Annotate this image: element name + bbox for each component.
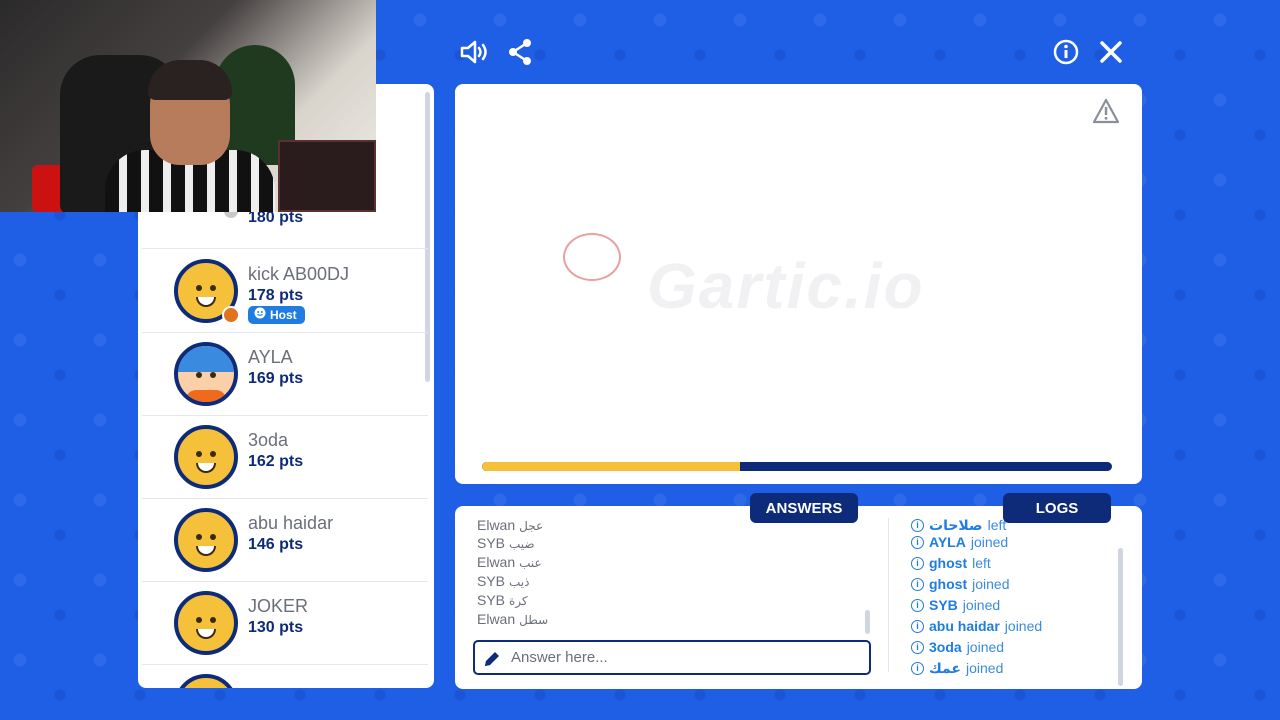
player-row: kick AB00DJ 178 pts Host [142,250,428,333]
info-icon: i [911,641,924,654]
info-icon: i [911,599,924,612]
tab-answers[interactable]: ANSWERS [750,493,858,523]
info-icon: i [911,620,924,633]
answer-line: SYB ضيب [477,535,535,551]
player-row: 3oda 162 pts [142,416,428,499]
drawn-stroke [563,233,621,281]
player-row [142,665,428,688]
host-badge: Host [248,306,305,324]
share-icon[interactable] [504,36,536,68]
answers-list[interactable]: Elwan عجل SYB ضيب Elwan عنب SYB ذيب SYB كرة E… [477,520,857,638]
answer-line: Elwan عنب [477,554,542,570]
log-line: i 3oda joined [911,637,1111,658]
player-name: abu haidar [248,513,334,533]
player-row: JOKER 130 pts [142,582,428,665]
player-points: 146 pts [248,536,304,553]
player-points: 169 pts [248,370,304,387]
answers-scrollbar[interactable] [865,610,870,634]
player-avatar [174,674,238,688]
info-icon[interactable] [1050,36,1082,68]
answer-line: SYB كرة [477,592,528,608]
player-avatar [174,342,238,406]
answer-line: SYB ذيب [477,573,530,589]
drawing-canvas[interactable]: Gartic.io [455,84,1142,484]
round-timer-bar [482,462,1112,471]
log-line: i عمك joined [911,658,1111,679]
watermark-logo: Gartic.io [647,250,925,322]
player-name: JOKER [248,596,309,616]
player-points: 130 pts [248,619,304,636]
warning-icon[interactable] [1092,98,1120,129]
chat-panel: Elwan عجل SYB ضيب Elwan عنب SYB ذيب SYB كرة E… [455,506,1142,689]
round-timer-fill [482,462,741,471]
host-icon [254,307,266,322]
log-line: i SYB joined [911,595,1111,616]
answer-field[interactable] [473,640,871,675]
info-icon: i [911,518,924,532]
answer-line: Elwan سطل [477,611,549,627]
player-avatar [174,591,238,655]
player-row: abu haidar 146 pts [142,499,428,582]
answer-input[interactable] [511,649,851,666]
logs-scrollbar[interactable] [1118,548,1123,686]
info-icon: i [911,578,924,591]
player-avatar [174,425,238,489]
close-icon[interactable] [1095,36,1127,68]
panel-divider [888,518,889,672]
info-icon: i [911,536,924,549]
webcam-pc [278,140,376,212]
status-dot [222,306,240,324]
player-points: 178 pts [248,287,304,304]
speaker-icon[interactable] [458,36,490,68]
info-icon: i [911,662,924,675]
player-name: kick AB00DJ [248,264,350,284]
logs-list[interactable]: i صلاحات left i AYLA joined i ghost left i ghos… [911,518,1111,682]
log-line: i ghost joined [911,574,1111,595]
info-icon: i [911,557,924,570]
log-line: i ghost left [911,553,1111,574]
log-line: i abu haidar joined [911,616,1111,637]
webcam-hair [148,60,232,100]
player-avatar [174,508,238,572]
log-line: i AYLA joined [911,532,1111,553]
tab-logs[interactable]: LOGS [1003,493,1111,523]
pencil-icon [483,650,501,673]
webcam-overlay [0,0,376,212]
player-points: 162 pts [248,453,304,470]
player-row: AYLA 169 pts [142,333,428,416]
host-label: Host [270,307,297,322]
player-name: 3oda [248,430,289,450]
player-name: AYLA [248,347,293,367]
